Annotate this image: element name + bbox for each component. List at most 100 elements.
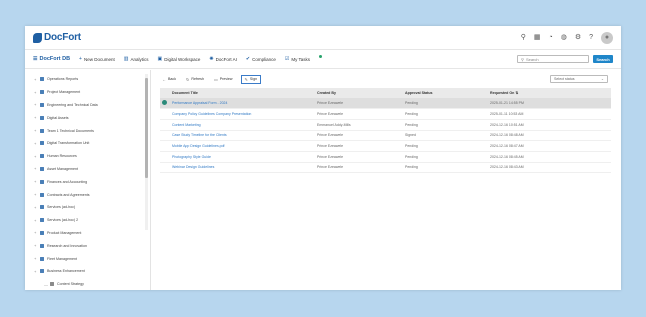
- bell-icon[interactable]: ◔: [548, 34, 552, 41]
- sidebar-item[interactable]: + Project Management: [25, 86, 150, 99]
- sidebar-item[interactable]: + Finances and Accounting: [25, 175, 150, 188]
- table-row[interactable]: Content Marketing Emmanuel Addy-Mills Pend…: [160, 119, 611, 131]
- refresh-button[interactable]: ↻ Refresh: [184, 75, 206, 83]
- sidebar-item-label: Project Management: [47, 90, 81, 95]
- help-icon[interactable]: ?: [589, 34, 593, 41]
- expand-icon[interactable]: +: [34, 128, 37, 133]
- requested-on-cell: 2024-12-16 08:48 AM: [488, 130, 611, 142]
- status-select[interactable]: Select status ⌄: [550, 75, 608, 83]
- sidebar-item[interactable]: + Digital Assets: [25, 111, 150, 124]
- document-title-link[interactable]: Company Policy Guidelines Company Presen…: [170, 108, 315, 120]
- sidebar-item[interactable]: + Contracts and Agreements: [25, 188, 150, 201]
- expand-icon[interactable]: +: [34, 192, 37, 197]
- sidebar-item[interactable]: — Content Strategy: [25, 278, 150, 290]
- sidebar-item[interactable]: + Product Management: [25, 227, 150, 240]
- sidebar-item[interactable]: + Human Resources: [25, 150, 150, 163]
- row-select-cell[interactable]: [160, 98, 170, 110]
- search-icon[interactable]: ⚲: [521, 34, 526, 41]
- sidebar-item[interactable]: + Research and Innovation: [25, 239, 150, 252]
- document-title-link[interactable]: Webinar Design Guidelines: [170, 162, 315, 174]
- row-select-cell[interactable]: [160, 162, 170, 174]
- requested-on-cell: 2024-12-16 08:43 AM: [488, 162, 611, 174]
- folder-icon: [40, 256, 44, 261]
- expand-icon[interactable]: +: [34, 269, 37, 274]
- sidebar-item[interactable]: + Asset Management: [25, 163, 150, 176]
- brand-link[interactable]: ☰ DocFort DB: [33, 56, 70, 62]
- requested-on-cell: 2024-12-16 08:47 AM: [488, 140, 611, 152]
- row-select-cell[interactable]: [160, 119, 170, 131]
- table-row[interactable]: Photography Style Guide Prince Ezeawele Pe…: [160, 151, 611, 163]
- search-button[interactable]: Search: [593, 55, 613, 63]
- sidebar-scrollbar[interactable]: [145, 74, 148, 230]
- expand-icon[interactable]: +: [34, 77, 37, 82]
- document-title-link[interactable]: Photography Style Guide: [170, 151, 315, 163]
- expand-icon[interactable]: +: [34, 90, 37, 95]
- sign-button[interactable]: ✎ Sign: [240, 74, 262, 84]
- header-created-by[interactable]: Created By: [315, 88, 403, 98]
- folder-icon: [40, 102, 44, 107]
- row-select-cell[interactable]: [160, 130, 170, 142]
- sidebar-item[interactable]: + Fleet Management: [25, 252, 150, 265]
- sidebar-item[interactable]: + Services (ad-hoc) 2: [25, 214, 150, 227]
- sidebar-item[interactable]: + Team 1 Technical Documents: [25, 124, 150, 137]
- nav-item-digital-workspace[interactable]: ▣ Digital Workspace: [157, 56, 200, 62]
- document-title-link[interactable]: Performance Appraisal Form - 2024: [170, 98, 315, 110]
- sidebar-item[interactable]: + Digital Transformation Unit: [25, 137, 150, 150]
- expand-icon[interactable]: +: [34, 115, 37, 120]
- table-row[interactable]: Webinar Design Guidelines Prince Ezeawele…: [160, 162, 611, 174]
- sort-icon: ⇅: [515, 91, 519, 95]
- gear-icon[interactable]: ⚙: [575, 34, 581, 41]
- expand-icon[interactable]: +: [34, 141, 37, 146]
- logo-mark-icon: [33, 32, 42, 43]
- preview-button[interactable]: ▭ Preview: [212, 75, 235, 83]
- sidebar-item[interactable]: + Services (ad-hoc): [25, 201, 150, 214]
- nav-item-label: New Document: [83, 56, 115, 62]
- approval-status-cell: Pending: [403, 151, 488, 163]
- header-approval-status[interactable]: Approval Status: [403, 88, 488, 98]
- row-select-cell[interactable]: [160, 140, 170, 152]
- sidebar-item-label: Contracts and Agreements: [47, 192, 90, 197]
- chat-icon[interactable]: ◍: [561, 34, 567, 41]
- nav-item-new-document[interactable]: + New Document: [79, 56, 115, 62]
- expand-icon[interactable]: +: [34, 102, 37, 107]
- header-document-title[interactable]: Document Title: [170, 88, 315, 98]
- table-row[interactable]: Company Policy Guidelines Company Presen…: [160, 108, 611, 120]
- table-row[interactable]: Case Study Timeline for the Clients Princ…: [160, 130, 611, 142]
- search-input[interactable]: ⚲ Search: [517, 55, 589, 63]
- expand-icon[interactable]: +: [34, 256, 37, 261]
- header-requested-on[interactable]: Requested On ⇅: [488, 88, 611, 98]
- tree-line-icon: —: [44, 281, 48, 287]
- sidebar-scroll-thumb[interactable]: [145, 78, 148, 178]
- row-select-cell[interactable]: [160, 151, 170, 163]
- expand-icon[interactable]: +: [34, 205, 37, 210]
- sidebar-item-label: Content Strategy: [57, 282, 84, 287]
- nav-item-compliance[interactable]: ✔ Compliance: [246, 56, 276, 62]
- nav-item-docfort-ai[interactable]: ✺ DocFort AI: [209, 56, 236, 62]
- folder-icon: [40, 128, 44, 133]
- main-content: ← Back ↻ Refresh ▭ Preview ✎ Sign Select sta…: [152, 70, 621, 290]
- sidebar-item[interactable]: + Business Enhancement: [25, 265, 150, 278]
- sidebar-item[interactable]: + Operations Reports: [25, 73, 150, 86]
- created-by-cell: Prince Ezeawele: [315, 98, 403, 110]
- back-button[interactable]: ← Back: [160, 75, 178, 83]
- nav-item-analytics[interactable]: ▥ Analytics: [124, 56, 149, 62]
- sidebar-item[interactable]: + Engineering and Technical Data: [25, 99, 150, 112]
- refresh-icon: ↻: [186, 76, 190, 82]
- expand-icon[interactable]: +: [34, 166, 37, 171]
- logo[interactable]: DocFort: [33, 32, 81, 43]
- grid-icon[interactable]: ▦: [534, 34, 541, 41]
- expand-icon[interactable]: +: [34, 179, 37, 184]
- document-title-link[interactable]: Content Marketing: [170, 119, 315, 131]
- expand-icon[interactable]: +: [34, 243, 37, 248]
- document-title-link[interactable]: Case Study Timeline for the Clients: [170, 130, 315, 142]
- user-avatar-icon[interactable]: ●: [601, 31, 613, 44]
- sidebar-item-label: Operations Reports: [47, 77, 79, 82]
- row-select-cell[interactable]: [160, 108, 170, 120]
- table-row[interactable]: Mobile App Design Guidelines.pdf Prince E…: [160, 140, 611, 152]
- expand-icon[interactable]: +: [34, 154, 37, 159]
- nav-item-my-tasks[interactable]: ☑ My Tasks: [285, 56, 310, 62]
- document-title-link[interactable]: Mobile App Design Guidelines.pdf: [170, 140, 315, 152]
- expand-icon[interactable]: +: [34, 218, 37, 223]
- table-row[interactable]: Performance Appraisal Form - 2024 Prince …: [160, 98, 611, 110]
- expand-icon[interactable]: +: [34, 230, 37, 235]
